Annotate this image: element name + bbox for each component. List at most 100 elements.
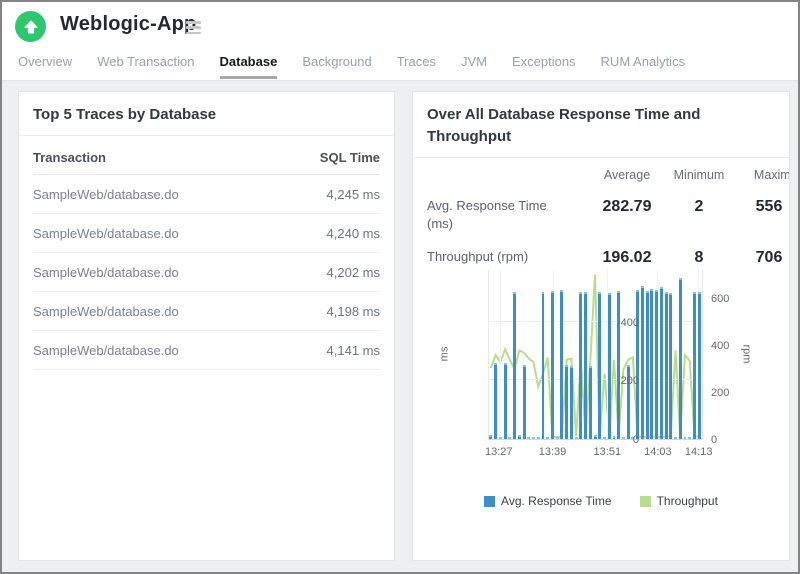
app-status-up-icon <box>15 11 46 42</box>
tab-exceptions[interactable]: Exceptions <box>512 54 576 79</box>
hamburger-menu-icon[interactable] <box>186 21 201 34</box>
traces-table-body: SampleWeb/database.do4,245 msSampleWeb/d… <box>33 175 380 370</box>
gridline-vertical <box>500 270 501 439</box>
response-time-bar <box>584 292 587 439</box>
response-time-bar <box>537 437 540 439</box>
app-window: Weblogic-App Overview Web Transaction Data… <box>0 0 800 574</box>
response-time-bar <box>665 292 668 439</box>
table-row-2[interactable]: SampleWeb/database.do4,240 ms <box>33 214 380 253</box>
stats-value-1-1: 282.79 <box>587 197 667 217</box>
table-row-3[interactable]: SampleWeb/database.do 4,202 ms <box>33 253 380 292</box>
response-time-bar <box>551 291 554 439</box>
response-time-bar <box>579 292 582 439</box>
response-time-bar <box>617 291 620 439</box>
response-time-bar <box>532 437 535 439</box>
db-response-panel: Over All Database Response Time and Thro… <box>412 91 790 561</box>
response-time-bar <box>518 435 521 439</box>
transaction-cell: SampleWeb/database.do <box>33 304 179 319</box>
stats-value-1-3: 556 <box>731 197 790 217</box>
traces-table: Transaction SQL Time SampleWeb/database.… <box>33 136 380 370</box>
x-axis-tick-1327: 13:27 <box>485 446 513 458</box>
response-time-bar <box>636 290 639 439</box>
page-title: Weblogic-App <box>60 13 196 36</box>
response-time-bar <box>499 437 502 439</box>
panel-title-top-traces: Top 5 Traces by Database <box>19 92 394 136</box>
stats-column-average: Average <box>587 168 667 182</box>
tab-background[interactable]: Background <box>302 54 371 79</box>
response-throughput-chart: ms rpm 0200400020040060013:2713:3913:511… <box>413 260 790 520</box>
legend-item-throughput[interactable]: Throughput <box>640 494 718 508</box>
transaction-cell: SampleWeb/database.do <box>33 265 179 280</box>
sql-time-cell: 4,245 ms <box>327 187 380 202</box>
tab-overview[interactable]: Overview <box>18 54 72 79</box>
response-time-bar <box>494 363 497 439</box>
response-time-bar <box>650 289 653 439</box>
right-axis-tick-0: 0 <box>711 434 751 446</box>
x-axis-tick-1403: 14:03 <box>644 446 672 458</box>
response-time-bar <box>698 292 701 439</box>
content-area: Top 5 Traces by Database Transaction SQL… <box>2 80 798 572</box>
response-time-bar <box>560 290 563 439</box>
response-time-bar <box>655 290 658 439</box>
legend-item-avg-response-time[interactable]: Avg. Response Time <box>484 494 612 508</box>
response-time-bar <box>598 292 601 439</box>
table-row-5[interactable]: SampleWeb/database.do4,141 ms <box>33 331 380 370</box>
response-time-bar <box>523 365 526 439</box>
stats-table: AverageMinimumMaximumAvg. Response Time … <box>427 168 789 268</box>
response-time-bar <box>508 437 511 439</box>
legend-swatch-icon <box>484 496 495 507</box>
tab-bar: Overview Web Transaction Database Backgroun… <box>18 54 685 79</box>
left-axis-tick-0: 0 <box>579 434 639 446</box>
response-time-bar <box>489 435 492 439</box>
tab-rum-analytics[interactable]: RUM Analytics <box>601 54 686 79</box>
column-header-sql-time: SQL Time <box>320 150 380 165</box>
right-axis-tick-600: 600 <box>711 293 751 305</box>
legend-label: Avg. Response Time <box>501 494 612 508</box>
stats-column-minimum: Minimum <box>667 168 731 182</box>
table-row-1[interactable]: SampleWeb/database.do4,245 ms <box>33 175 380 214</box>
tab-web-transaction[interactable]: Web Transaction <box>97 54 194 79</box>
response-time-bar <box>684 437 687 439</box>
response-time-bar <box>546 437 549 439</box>
top-traces-panel: Top 5 Traces by Database Transaction SQL… <box>18 91 395 561</box>
tab-traces[interactable]: Traces <box>397 54 436 79</box>
response-time-bar <box>693 292 696 439</box>
left-axis-tick-200: 200 <box>579 375 639 387</box>
right-axis-tick-400: 400 <box>711 340 751 352</box>
response-time-bar <box>669 293 672 439</box>
response-time-bar <box>565 365 568 439</box>
legend-label: Throughput <box>657 494 718 508</box>
column-header-transaction: Transaction <box>33 150 106 165</box>
response-time-bar <box>504 363 507 439</box>
response-time-bar <box>688 437 691 439</box>
legend-swatch-icon <box>640 496 651 507</box>
y-axis-label-ms: ms <box>438 347 450 362</box>
response-time-bar <box>527 437 530 439</box>
response-time-bar <box>556 437 559 439</box>
tab-database[interactable]: Database <box>220 54 278 79</box>
stats-row-label-1: Avg. Response Time (ms) <box>427 197 587 233</box>
response-time-bar <box>542 292 545 439</box>
transaction-cell: SampleWeb/database.do <box>33 226 179 241</box>
traces-table-header: Transaction SQL Time <box>33 136 380 175</box>
response-time-bar <box>679 278 682 439</box>
panel-title-db-response: Over All Database Response Time and Thro… <box>413 92 789 158</box>
tab-jvm[interactable]: JVM <box>461 54 487 79</box>
header: Weblogic-App Overview Web Transaction Data… <box>2 2 798 80</box>
response-time-bar <box>641 286 644 439</box>
chart-legend: Avg. Response Time Throughput <box>413 494 789 508</box>
right-axis-tick-200: 200 <box>711 387 751 399</box>
response-time-bar <box>646 291 649 439</box>
response-time-bar <box>570 366 573 439</box>
x-axis-tick-1351: 13:51 <box>594 446 622 458</box>
sql-time-cell: 4,202 ms <box>327 265 380 280</box>
table-row-4[interactable]: SampleWeb/database.do4,198 ms <box>33 292 380 331</box>
chart-plot-area <box>488 270 703 440</box>
sql-time-cell: 4,141 ms <box>327 343 380 358</box>
response-time-bar <box>674 437 677 439</box>
x-axis-tick-1413: 14:13 <box>685 446 713 458</box>
response-time-bar <box>660 287 663 439</box>
response-time-bar <box>575 437 578 439</box>
stats-value-1-2: 2 <box>667 197 731 217</box>
response-time-bar <box>513 292 516 439</box>
